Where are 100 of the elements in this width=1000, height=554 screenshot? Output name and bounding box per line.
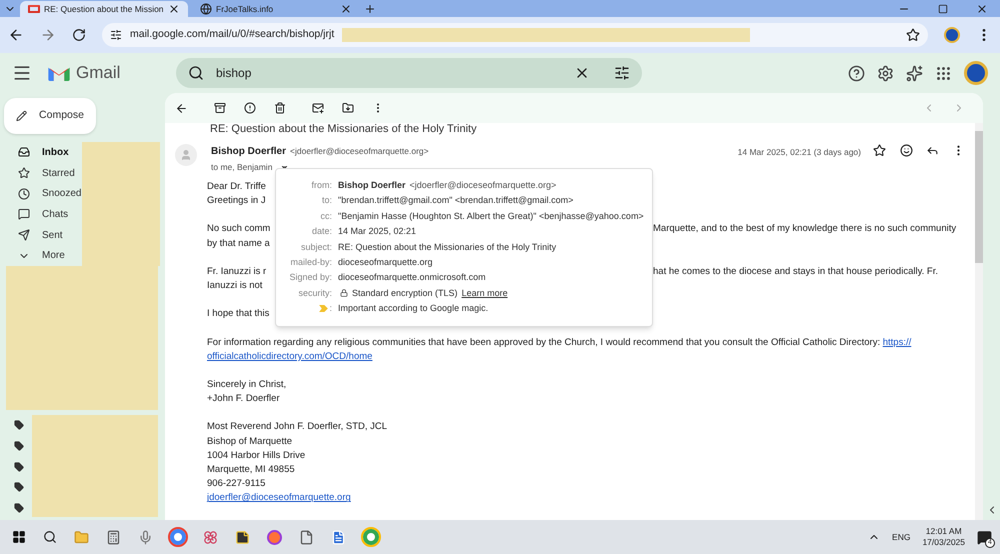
- label-icon[interactable]: [14, 462, 24, 472]
- recipients-text: to me, Benjamin: [211, 161, 272, 174]
- pencil-icon: [16, 108, 28, 124]
- back-icon[interactable]: [175, 102, 188, 114]
- document-icon[interactable]: [299, 530, 314, 544]
- label-icon[interactable]: [14, 420, 24, 430]
- email-text-line: hat he comes to the diocese and stays in that house periodically. Fr.: [653, 264, 938, 279]
- chat-icon: [18, 208, 30, 220]
- mark-unread-icon[interactable]: [312, 102, 324, 114]
- sender-email: <jdoerfler@dioceseofmarquette.org>: [290, 145, 429, 158]
- email-link[interactable]: jdoerfler@dioceseofmarquette.org: [207, 491, 351, 506]
- close-icon[interactable]: [168, 3, 180, 15]
- microphone-icon[interactable]: [138, 530, 153, 544]
- clock-date: 17/03/2025: [922, 537, 965, 548]
- account-avatar[interactable]: [964, 61, 988, 85]
- detail-label: to:: [322, 194, 332, 208]
- reload-icon[interactable]: [72, 28, 86, 42]
- sidebar-item[interactable]: Sent: [6, 224, 82, 246]
- address-field[interactable]: mail.google.com/mail/u/0/#search/bishop/jrjt: [102, 23, 928, 47]
- detail-label: from:: [311, 178, 332, 192]
- emoji-icon[interactable]: [900, 144, 913, 157]
- profile-avatar[interactable]: [944, 27, 960, 43]
- settings-icon[interactable]: [877, 64, 894, 82]
- text-document-icon[interactable]: [331, 530, 346, 544]
- tab-title: FrJoeTalks.info: [216, 2, 274, 16]
- directory-link[interactable]: officialcatholicdirectory.com/OCD/home: [207, 350, 372, 362]
- report-spam-icon[interactable]: [244, 102, 256, 114]
- browser-icon[interactable]: [170, 529, 186, 545]
- reply-icon[interactable]: [926, 144, 939, 157]
- directory-link[interactable]: https://: [882, 336, 912, 348]
- gmail-wordmark: Gmail: [76, 62, 122, 84]
- back-icon[interactable]: [8, 27, 24, 43]
- search-icon[interactable]: [188, 65, 204, 81]
- star-icon[interactable]: [873, 144, 886, 157]
- label-icon[interactable]: [14, 482, 24, 492]
- notifications-icon[interactable]: [977, 530, 992, 544]
- email-text-line: Marquette, and to the best of my knowledge there is no such community: [653, 222, 956, 236]
- flower-icon[interactable]: [203, 530, 218, 544]
- email-text-line: Dear Dr. Triffe: [207, 180, 267, 194]
- forward-icon[interactable]: [40, 27, 56, 43]
- sidebar-item[interactable]: Starred: [6, 162, 82, 184]
- url-text: mail.google.com/mail/u/0/#search/bishop/jrjt: [130, 27, 334, 42]
- compose-button[interactable]: Compose: [4, 98, 96, 134]
- detail-value: "brendan.triffett@gmail.com" <brendan.triffett@gmail.com>: [338, 194, 574, 208]
- bookmark-star-icon[interactable]: [906, 28, 920, 42]
- sticky-note-icon[interactable]: [235, 530, 250, 544]
- detail-label: Signed by:: [289, 271, 332, 284]
- close-icon[interactable]: [976, 3, 988, 15]
- detail-value: RE: Question about the Missionaries of the Holy Trinity: [338, 240, 556, 254]
- site-info-icon[interactable]: [110, 29, 122, 41]
- inbox-icon: [18, 146, 30, 158]
- search-icon[interactable]: [43, 530, 57, 544]
- detail-label: mailed-by:: [290, 256, 332, 269]
- email-text-line: +John F. Doerfler: [207, 392, 281, 406]
- signature-line: 1004 Harbor Hills Drive: [207, 448, 306, 463]
- email-paragraph: For information regarding any religious communities that have been approved by the Church, I would recommend that you consult the Official Catholic Directory: https:// officialcatholicdirectory.com/OCD/home: [207, 336, 912, 364]
- detail-label: date:: [312, 225, 332, 238]
- close-icon[interactable]: [340, 3, 352, 15]
- email-text-line: Greetings in J: [207, 194, 267, 208]
- browser-tab[interactable]: FrJoeTalks.info: [192, 1, 360, 17]
- sender-name: Bishop Doerfler: [211, 145, 286, 159]
- email-text-line: Fr. Ianuzzi is r: [207, 264, 268, 279]
- detail-value: Standard encryption (TLS): [352, 286, 458, 300]
- sidebar-item[interactable]: Snoozed: [6, 183, 82, 204]
- detail-label: security:: [298, 286, 332, 300]
- sender-avatar: [175, 144, 197, 166]
- maximize-icon[interactable]: [938, 4, 948, 14]
- move-to-icon[interactable]: [342, 102, 354, 114]
- signature-line: Marquette, MI 49855: [207, 463, 296, 478]
- sidebar-item[interactable]: Inbox: [6, 142, 82, 163]
- clock-time: 12:01 AM: [926, 526, 962, 537]
- globe-icon: [200, 3, 212, 15]
- email-date: 14 Mar 2025, 02:21 (3 days ago): [738, 146, 861, 159]
- email-text-line: by that name a: [207, 236, 271, 250]
- label-icon[interactable]: [14, 441, 24, 452]
- windows-start-icon[interactable]: [12, 530, 26, 544]
- language-indicator[interactable]: ENG: [892, 530, 910, 544]
- new-tab-icon[interactable]: [364, 3, 376, 15]
- browser-icon[interactable]: [363, 529, 379, 545]
- apps-icon[interactable]: [935, 64, 952, 82]
- help-icon[interactable]: [848, 64, 865, 82]
- learn-more-link[interactable]: Learn more: [462, 286, 508, 300]
- email-text-line: Sincerely in Christ,: [207, 378, 288, 392]
- browser-tab[interactable]: RE: Question about the Mission: [20, 1, 188, 17]
- calculator-icon[interactable]: [106, 530, 121, 544]
- search-field[interactable]: bishop: [176, 58, 642, 88]
- tab-title: RE: Question about the Mission: [44, 2, 164, 16]
- delete-icon[interactable]: [274, 102, 286, 114]
- sidebar-item[interactable]: Chats: [6, 204, 82, 225]
- email-text-line: Ianuzzi is not: [207, 279, 264, 294]
- importance-marker-icon: [319, 305, 328, 312]
- sparkle-icon[interactable]: [906, 64, 923, 82]
- detail-label: :: [329, 302, 332, 316]
- detail-value: dioceseofmarquette.onmicrosoft.com: [338, 271, 486, 284]
- sidebar-item[interactable]: More: [6, 245, 82, 266]
- email-subject: RE: Question about the Missionaries of the Holy Trinity: [210, 123, 478, 136]
- search-options-icon[interactable]: [614, 65, 630, 81]
- label-icon[interactable]: [14, 502, 24, 513]
- archive-icon[interactable]: [214, 102, 226, 114]
- signature-line: 906-227-9115: [207, 477, 266, 492]
